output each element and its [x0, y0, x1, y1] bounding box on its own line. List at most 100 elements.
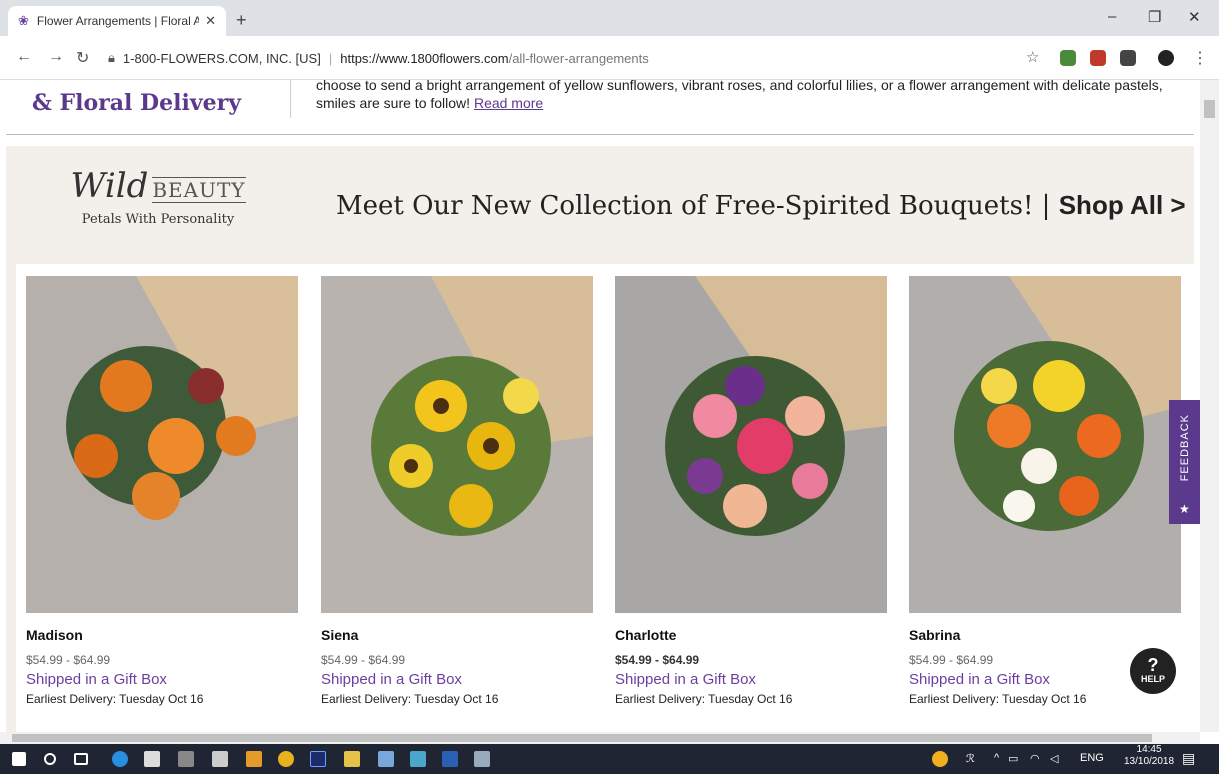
delivery-date: Earliest Delivery: Tuesday Oct 16 [26, 692, 204, 706]
extension-icon[interactable] [1060, 50, 1076, 66]
bouquet-illustration [615, 276, 887, 613]
feedback-tab[interactable]: FEEDBACK ★ [1169, 400, 1201, 524]
language-indicator[interactable]: ENG [1080, 752, 1104, 764]
bouquet-illustration [26, 276, 298, 613]
product-name[interactable]: Siena [321, 627, 593, 643]
photoshop-icon[interactable] [310, 751, 326, 767]
volume-icon[interactable]: ◁ [1050, 752, 1058, 765]
file-explorer-icon[interactable] [344, 751, 360, 767]
app-icon[interactable] [178, 751, 194, 767]
lock-icon: 🔒︎ [108, 50, 115, 65]
windows-start-icon[interactable] [12, 752, 26, 766]
help-button[interactable]: ? HELP [1130, 648, 1176, 694]
product-card[interactable]: Charlotte $54.99 - $64.99 Shipped in a G… [615, 276, 887, 706]
url-org: 1-800-FLOWERS.COM, INC. [US] [122, 50, 321, 66]
gift-box-note: Shipped in a Gift Box [26, 671, 167, 688]
minimize-icon[interactable]: – [1108, 8, 1116, 25]
browser-tab[interactable]: ❀ Flower Arrangements | Floral Arr ✕ [8, 6, 226, 36]
logo-beauty-text: BEAUTY [152, 177, 246, 203]
delivery-date: Earliest Delivery: Tuesday Oct 16 [615, 692, 793, 706]
product-card[interactable]: Sabrina $54.99 - $64.99 Shipped in a Gif… [909, 276, 1181, 706]
wild-beauty-logo[interactable]: Wild BEAUTY Petals With Personality [68, 166, 248, 246]
clock-date: 13/10/2018 [1124, 756, 1175, 767]
bouquet-illustration [321, 276, 593, 613]
profile-avatar-icon[interactable] [1158, 50, 1174, 66]
people-icon[interactable]: ℛ [966, 752, 975, 765]
help-tray-icon[interactable] [932, 751, 948, 767]
app-icon[interactable] [474, 751, 490, 767]
battery-icon[interactable]: ▭ [1008, 752, 1018, 765]
address-bar: ← → ↻ 🔒︎ 1-800-FLOWERS.COM, INC. [US] | … [0, 36, 1219, 80]
vertical-scrollbar[interactable] [1200, 80, 1219, 732]
promo-banner: Wild BEAUTY Petals With Personality Meet … [6, 146, 1194, 732]
app-icon[interactable] [410, 751, 426, 767]
feedback-label: FEEDBACK [1179, 414, 1191, 482]
product-price: $54.99 - $64.99 [321, 653, 406, 667]
logo-tagline: Petals With Personality [81, 212, 235, 227]
scroll-thumb[interactable] [12, 734, 1152, 742]
clock[interactable]: 14:45 13/10/2018 [1124, 744, 1174, 768]
star-icon: ★ [1179, 502, 1191, 516]
product-name[interactable]: Charlotte [615, 627, 887, 643]
product-grid: Madison $54.99 - $64.99 Shipped in a Gif… [16, 264, 1194, 732]
tab-title: Flower Arrangements | Floral Arr [36, 14, 200, 28]
store-icon[interactable] [144, 751, 160, 767]
header-rule [6, 134, 1194, 135]
header-divider [290, 80, 291, 118]
menu-dots-icon[interactable]: ⋮ [1192, 48, 1208, 68]
flower-favicon-icon: ❀ [18, 13, 29, 28]
shop-all-link[interactable]: Shop All > [1059, 190, 1186, 220]
page-description: choose to send a bright arrangement of y… [316, 80, 1163, 111]
show-hidden-icon[interactable]: ^ [994, 752, 999, 764]
new-tab-icon[interactable]: + [236, 10, 247, 31]
logo-wild-text: Wild [70, 166, 149, 206]
browser-tab-strip: ❀ Flower Arrangements | Floral Arr ✕ + –… [0, 0, 1219, 36]
product-image[interactable] [615, 276, 887, 613]
delivery-date: Earliest Delivery: Tuesday Oct 16 [321, 692, 499, 706]
url-host: https://www.1800flowers.com [340, 50, 509, 66]
product-card[interactable]: Madison $54.99 - $64.99 Shipped in a Gif… [26, 276, 298, 706]
task-view-icon[interactable] [74, 753, 88, 765]
product-image[interactable] [321, 276, 593, 613]
product-price: $54.99 - $64.99 [26, 653, 111, 667]
scroll-thumb[interactable] [1204, 100, 1215, 118]
horizontal-scrollbar[interactable] [0, 732, 1200, 744]
forward-icon[interactable]: → [48, 48, 64, 66]
chrome-icon[interactable] [278, 751, 294, 767]
clock-time: 14:45 [1136, 744, 1162, 755]
page-title: & Floral Delivery [32, 90, 241, 116]
close-tab-icon[interactable]: ✕ [205, 13, 216, 29]
window-close-icon[interactable]: ✕ [1188, 8, 1201, 26]
product-card[interactable]: Siena $54.99 - $64.99 Shipped in a Gift … [321, 276, 593, 706]
search-icon[interactable] [44, 753, 56, 765]
taskbar: ℛ ^ ▭ ◠ ◁ ENG 14:45 13/10/2018 ▤ [0, 744, 1219, 774]
read-more-link[interactable]: Read more [474, 95, 543, 111]
restore-icon[interactable]: ❐ [1148, 8, 1161, 26]
app-icon[interactable] [212, 751, 228, 767]
url-path: /all-flower-arrangements [508, 50, 649, 66]
bouquet-illustration [909, 276, 1181, 613]
product-name[interactable]: Sabrina [909, 627, 1181, 643]
extension-icon[interactable] [1090, 50, 1106, 66]
product-name[interactable]: Madison [26, 627, 298, 643]
product-image[interactable] [26, 276, 298, 613]
reload-icon[interactable]: ↻ [76, 48, 89, 68]
product-price: $54.99 - $64.99 [615, 653, 700, 667]
gift-box-note: Shipped in a Gift Box [321, 671, 462, 688]
word-icon[interactable] [442, 751, 458, 767]
app-icon[interactable] [246, 751, 262, 767]
back-icon[interactable]: ← [16, 48, 32, 66]
help-label: HELP [1140, 674, 1165, 684]
page-content: & Floral Delivery choose to send a brigh… [0, 80, 1200, 732]
edge-icon[interactable] [112, 751, 128, 767]
wifi-icon[interactable]: ◠ [1030, 752, 1040, 765]
product-image[interactable] [909, 276, 1181, 613]
gift-box-note: Shipped in a Gift Box [615, 671, 756, 688]
url-field[interactable]: 🔒︎ 1-800-FLOWERS.COM, INC. [US] | https:… [108, 44, 1048, 72]
bookmark-star-icon[interactable]: ☆ [1026, 48, 1039, 66]
promo-headline: Meet Our New Collection of Free-Spirited… [336, 190, 1186, 221]
notifications-icon[interactable]: ▤ [1182, 750, 1195, 767]
app-icon[interactable] [378, 751, 394, 767]
url-separator: | [328, 50, 333, 66]
extension-icon[interactable] [1120, 50, 1136, 66]
